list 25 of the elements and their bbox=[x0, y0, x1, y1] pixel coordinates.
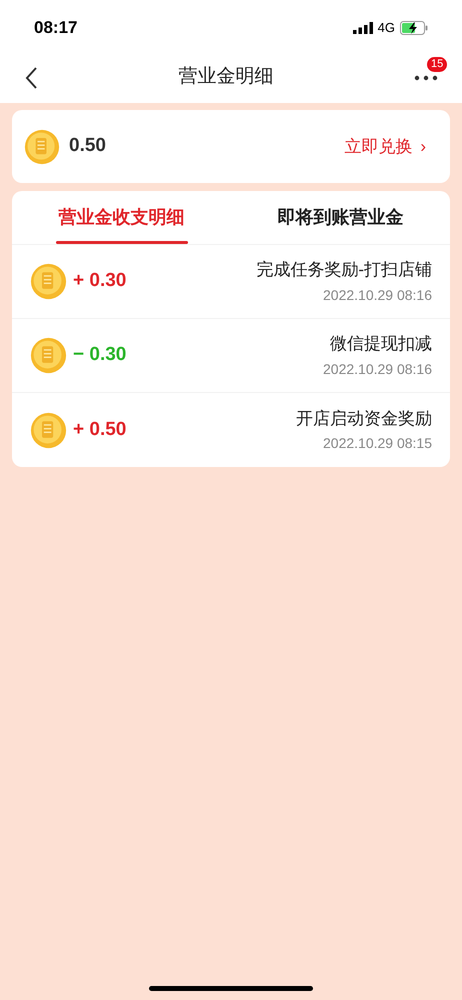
back-icon[interactable] bbox=[24, 66, 38, 90]
amount: + 0.50 bbox=[73, 418, 126, 442]
record-time: 2022.10.29 08:16 bbox=[323, 286, 432, 305]
exchange-link[interactable]: 立即兑换 › bbox=[344, 134, 438, 160]
tab[interactable]: 营业金收支明细 bbox=[12, 191, 231, 244]
battery-icon bbox=[400, 21, 428, 35]
coin-icon bbox=[30, 263, 67, 300]
coin-icon bbox=[30, 412, 67, 448]
signal-icon bbox=[352, 22, 373, 34]
page-title: 营业金明细 bbox=[178, 65, 274, 90]
balance-amount: 0.50 bbox=[69, 134, 106, 158]
coin-icon bbox=[30, 337, 67, 374]
amount: + 0.30 bbox=[73, 269, 126, 294]
notification-badge: 15 bbox=[427, 56, 448, 72]
network-label: 4G bbox=[378, 19, 395, 38]
coin-icon bbox=[24, 128, 60, 164]
more-icon[interactable] bbox=[414, 74, 438, 80]
record-title: 微信提现扣减 bbox=[330, 333, 432, 356]
record-title: 开店启动资金奖励 bbox=[296, 408, 432, 430]
record-title: 完成任务奖励-打扫店铺 bbox=[256, 259, 432, 282]
record-time: 2022.10.29 08:16 bbox=[323, 360, 432, 379]
amount: − 0.30 bbox=[73, 343, 126, 368]
tab[interactable]: 即将到账营业金 bbox=[231, 191, 450, 244]
record-time: 2022.10.29 08:15 bbox=[323, 434, 432, 454]
status-time: 08:17 bbox=[34, 17, 78, 40]
